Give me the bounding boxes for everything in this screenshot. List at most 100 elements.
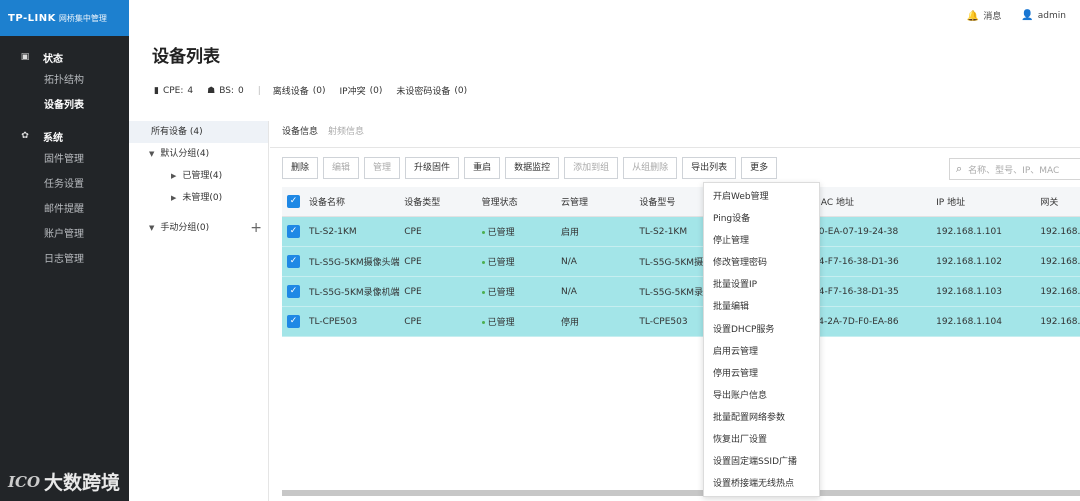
- menu-item-export-accounts[interactable]: 导出账户信息: [704, 385, 819, 407]
- cell-status: 已管理: [481, 255, 561, 268]
- cell-ip: 192.168.1.104: [936, 316, 1002, 327]
- menu-item-factory-reset[interactable]: 恢复出厂设置: [704, 429, 819, 451]
- row-checkbox[interactable]: ✓: [287, 315, 300, 328]
- search-icon: ⌕: [956, 162, 963, 175]
- menu-item-ping[interactable]: Ping设备: [704, 208, 819, 230]
- add-group-icon[interactable]: +: [250, 217, 262, 239]
- bs-count: 0: [237, 85, 244, 96]
- col-cloud[interactable]: 云管理: [561, 195, 639, 208]
- menu-item-change-password[interactable]: 修改管理密码: [704, 252, 819, 274]
- data-monitor-button[interactable]: 数据监控: [505, 157, 560, 179]
- reboot-button[interactable]: 重启: [464, 157, 501, 179]
- cell-cloud: N/A: [561, 256, 577, 267]
- table-row[interactable]: ✓ TL-S2-1KM CPE 已管理 启用 TL-S2-1KM 30-EA-0…: [282, 217, 1080, 247]
- no-password-link[interactable]: 未设密码设备: [396, 84, 450, 97]
- manage-button[interactable]: 管理: [364, 157, 401, 179]
- menu-item-dhcp[interactable]: 设置DHCP服务: [704, 319, 819, 341]
- select-all-checkbox[interactable]: ✓: [287, 195, 300, 208]
- menu-item-enable-cloud[interactable]: 启用云管理: [704, 341, 819, 363]
- export-list-button[interactable]: 导出列表: [682, 157, 737, 179]
- offline-link[interactable]: 离线设备: [273, 84, 309, 97]
- col-ip[interactable]: IP 地址: [936, 195, 1040, 208]
- caret-down-icon[interactable]: ▼: [149, 224, 154, 232]
- tree-managed[interactable]: ▶ 已管理(4): [129, 165, 268, 187]
- page-title: 设备列表: [152, 47, 220, 67]
- tab-bar: 设备信息 射频信息: [282, 124, 364, 137]
- menu-item-stop-manage[interactable]: 停止管理: [704, 230, 819, 252]
- caret-down-icon[interactable]: ▼: [149, 150, 154, 158]
- user-menu[interactable]: 👤 admin: [1021, 10, 1066, 21]
- tree-all-devices[interactable]: 所有设备 (4): [129, 121, 268, 143]
- tree-label: 手动分组(0): [160, 223, 210, 233]
- menu-item-bridge-hotspot[interactable]: 设置桥接端无线热点: [704, 473, 819, 495]
- sidebar: TP-LINK 网桥集中管理 ▣ 状态 拓扑结构 设备列表 ✿ 系统 固件管理 …: [0, 0, 129, 501]
- bell-icon: 🔔: [966, 11, 980, 22]
- toolbar: 删除 编辑 管理 升级固件 重启 数据监控 添加到组 从组删除 导出列表 更多: [282, 157, 778, 179]
- menu-item-batch-network[interactable]: 批量配置网络参数: [704, 407, 819, 429]
- cell-cloud: 停用: [561, 318, 580, 328]
- device-table: ✓ 设备名称 设备类型 管理状态 云管理 设备型号 MAC 地址 IP 地址 网…: [282, 187, 1080, 337]
- app-logo[interactable]: TP-LINK 网桥集中管理: [0, 0, 129, 36]
- more-button[interactable]: 更多: [741, 157, 778, 179]
- status-dot-icon: [481, 291, 485, 294]
- sidebar-item-mail[interactable]: 邮件提醒: [0, 197, 129, 222]
- nav-group-status[interactable]: ▣ 状态: [0, 46, 129, 68]
- ip-conflict-link[interactable]: IP冲突: [340, 84, 366, 97]
- tab-device-info[interactable]: 设备信息: [282, 124, 318, 137]
- monitor-icon: ▣: [20, 52, 30, 62]
- menu-item-enable-web[interactable]: 开启Web管理: [704, 186, 819, 208]
- menu-item-batch-ip[interactable]: 批量设置IP: [704, 274, 819, 296]
- row-checkbox[interactable]: ✓: [287, 255, 300, 268]
- ip-conflict-count: (0): [369, 85, 383, 96]
- col-type[interactable]: 设备类型: [404, 195, 481, 208]
- delete-button[interactable]: 删除: [282, 157, 319, 179]
- nav-group-system[interactable]: ✿ 系统: [0, 125, 129, 147]
- no-password-count: (0): [454, 85, 468, 96]
- cell-gateway: 192.168.: [1040, 226, 1080, 237]
- messages-button[interactable]: 🔔 消息: [967, 9, 1001, 22]
- watermark-text: 大数跨境: [44, 472, 121, 494]
- sidebar-item-topology[interactable]: 拓扑结构: [0, 68, 129, 93]
- edit-button[interactable]: 编辑: [323, 157, 360, 179]
- table-row[interactable]: ✓ TL-S5G-5KM摄像头端 CPE 已管理 N/A TL-S5G-5KM摄…: [282, 247, 1080, 277]
- row-checkbox[interactable]: ✓: [287, 285, 300, 298]
- col-name[interactable]: 设备名称: [309, 195, 404, 208]
- search-placeholder: 名称、型号、IP、MAC: [968, 165, 1060, 176]
- cpe-count: 4: [187, 85, 194, 96]
- cell-ip: 192.168.1.101: [936, 226, 1002, 237]
- horizontal-scrollbar[interactable]: [282, 490, 1080, 496]
- sidebar-item-firmware[interactable]: 固件管理: [0, 147, 129, 172]
- tab-radio-info[interactable]: 射频信息: [328, 124, 364, 137]
- sidebar-item-logs[interactable]: 日志管理: [0, 247, 129, 272]
- caret-right-icon[interactable]: ▶: [171, 172, 176, 180]
- watermark: ICO 大数跨境: [8, 468, 120, 495]
- col-gateway[interactable]: 网关: [1040, 195, 1080, 208]
- col-status[interactable]: 管理状态: [482, 195, 561, 208]
- table-row[interactable]: ✓ TL-CPE503 CPE 已管理 停用 TL-CPE503 F4-2A-7…: [282, 307, 1080, 337]
- cell-status: 已管理: [481, 225, 561, 238]
- add-to-group-button[interactable]: 添加到组: [564, 157, 619, 179]
- menu-item-ssid-broadcast[interactable]: 设置固定端SSID广播: [704, 451, 819, 473]
- search-input[interactable]: ⌕ 名称、型号、IP、MAC: [949, 158, 1080, 180]
- cell-status: 已管理: [481, 315, 561, 328]
- menu-item-disable-cloud[interactable]: 停用云管理: [704, 363, 819, 385]
- menu-item-batch-edit[interactable]: 批量编辑: [704, 296, 819, 318]
- tree-default-group[interactable]: ▼ 默认分组(4): [129, 143, 268, 165]
- col-mac[interactable]: MAC 地址: [813, 195, 936, 208]
- sidebar-item-tasks[interactable]: 任务设置: [0, 172, 129, 197]
- row-checkbox[interactable]: ✓: [287, 225, 300, 238]
- caret-right-icon[interactable]: ▶: [171, 194, 176, 202]
- cpe-label: CPE:: [162, 85, 184, 96]
- tab-divider: [270, 147, 1080, 148]
- tree-unmanaged[interactable]: ▶ 未管理(0): [129, 187, 268, 209]
- table-row[interactable]: ✓ TL-S5G-5KM录像机端 CPE 已管理 N/A TL-S5G-5KM录…: [282, 277, 1080, 307]
- group-tree: 所有设备 (4) ▼ 默认分组(4) ▶ 已管理(4) ▶ 未管理(0) ▼ 手动分组(…: [129, 121, 269, 501]
- status-dot-icon: [481, 261, 485, 264]
- sidebar-item-device-list[interactable]: 设备列表: [0, 93, 129, 118]
- upgrade-firmware-button[interactable]: 升级固件: [405, 157, 460, 179]
- cell-type: CPE: [404, 256, 422, 267]
- topbar: 🔔 消息 👤 admin: [129, 0, 1080, 30]
- remove-from-group-button[interactable]: 从组删除: [623, 157, 678, 179]
- tree-manual-group[interactable]: ▼ 手动分组(0) +: [129, 217, 268, 239]
- sidebar-item-accounts[interactable]: 账户管理: [0, 222, 129, 247]
